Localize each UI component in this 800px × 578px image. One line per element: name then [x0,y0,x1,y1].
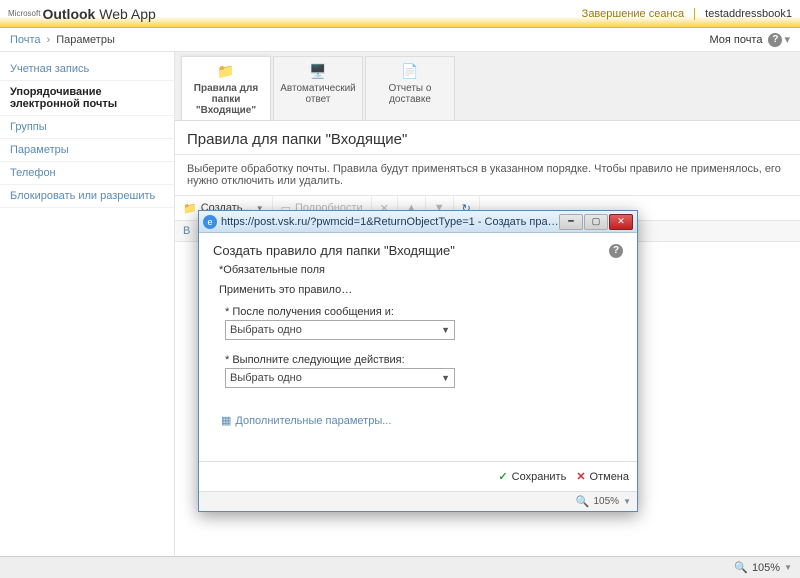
cancel-button[interactable]: ✕ Отмена [576,470,629,483]
breadcrumb-separator: › [47,34,51,46]
dialog-heading-text: Создать правило для папки "Входящие" [213,243,455,258]
new-rule-dialog: e https://post.vsk.ru/?pwmcid=1&ReturnOb… [198,210,638,512]
tab-inbox-rules[interactable]: 📁 Правила для папки "Входящие" [181,56,271,120]
maximize-button[interactable]: ▢ [584,214,608,230]
sidebar-item-groups[interactable]: Группы [0,116,174,139]
brand-word2: Web App [99,6,156,22]
breadcrumb-bar: Почта › Параметры Моя почта ? ▾ [0,28,800,52]
magnifier-icon: 🔍 [576,495,590,508]
sidebar-item-account[interactable]: Учетная запись [0,58,174,81]
minimize-button[interactable]: ━ [559,214,583,230]
dialog-actions: ✓ Сохранить ✕ Отмена [199,461,637,491]
action-label: * Выполните следующие действия: [225,354,623,366]
settings-sidebar: Учетная запись Упорядочивание электронно… [0,52,175,556]
help-icon[interactable]: ? [768,33,782,47]
dialog-zoom-value[interactable]: 105% [594,496,620,507]
tab-bar: 📁 Правила для папки "Входящие" 🖥️ Автома… [175,52,800,121]
monitor-icon: 🖥️ [309,63,326,80]
condition-select[interactable]: Выбрать одно ▼ [225,320,455,340]
breadcrumb-mail[interactable]: Почта [10,34,41,46]
tab-delivery-reports[interactable]: 📄 Отчеты о доставке [365,56,455,120]
sidebar-item-block-allow[interactable]: Блокировать или разрешить [0,185,174,208]
dialog-zoom-bar: 🔍 105% ▼ [199,491,637,511]
tab-auto-reply[interactable]: 🖥️ Автоматический ответ [273,56,363,120]
save-button[interactable]: ✓ Сохранить [498,470,566,483]
action-select[interactable]: Выбрать одно ▼ [225,368,455,388]
chevron-down-icon: ▼ [441,325,450,335]
panel-title: Правила для папки "Входящие" [175,121,800,155]
tab-label: Автоматический ответ [276,83,360,105]
sidebar-item-settings[interactable]: Параметры [0,139,174,162]
brand-prefix: Microsoft [8,9,40,18]
dialog-body: Создать правило для папки "Входящие" ? *… [199,233,637,461]
options-icon: ▦ [221,414,231,427]
panel-description: Выберите обработку почты. Правила будут … [175,155,800,195]
zoom-value[interactable]: 105% [752,562,780,574]
ie-favicon-icon: e [203,215,217,229]
save-label: Сохранить [512,471,567,483]
close-button[interactable]: ✕ [609,214,633,230]
app-header: Microsoft Outlook Web App Завершение сеа… [0,0,800,28]
chevron-down-icon: ▼ [441,373,450,383]
help-dropdown-icon[interactable]: ▾ [784,33,790,46]
cancel-label: Отмена [590,471,629,483]
my-mail-link[interactable]: Моя почта [709,34,762,46]
check-icon: ✓ [498,470,507,483]
new-folder-icon: 📁 [183,202,197,215]
zoom-dropdown-icon[interactable]: ▼ [784,563,792,572]
dialog-heading: Создать правило для папки "Входящие" ? [213,243,623,258]
sidebar-item-phone[interactable]: Телефон [0,162,174,185]
tab-label: Отчеты о доставке [368,83,452,105]
current-user[interactable]: testaddressbook1 [694,8,792,20]
folder-icon: 📁 [217,63,234,80]
required-fields-note: *Обязательные поля [219,264,623,276]
document-icon: 📄 [401,63,418,80]
apply-rule-label: Применить это правило… [219,284,623,296]
sign-out-link[interactable]: Завершение сеанса [582,8,684,20]
x-icon: ✕ [576,470,585,483]
breadcrumb-params: Параметры [56,34,115,46]
more-options-link[interactable]: ▦ Дополнительные параметры... [221,414,623,427]
more-options-label: Дополнительные параметры... [235,415,391,427]
brand-main: Outlook Web App [42,6,155,22]
browser-status-bar: 🔍 105% ▼ [0,556,800,578]
info-icon[interactable]: ? [609,244,623,258]
brand-word1: Outlook [42,6,95,22]
condition-value: Выбрать одно [230,324,302,336]
condition-label: * После получения сообщения и: [225,306,623,318]
dialog-titlebar[interactable]: e https://post.vsk.ru/?pwmcid=1&ReturnOb… [199,211,637,233]
action-value: Выбрать одно [230,372,302,384]
zoom-dropdown-icon[interactable]: ▼ [623,497,631,506]
tab-label: Правила для папки "Входящие" [184,83,268,116]
sidebar-item-organize-mail[interactable]: Упорядочивание электронной почты [0,81,174,116]
magnifier-icon: 🔍 [734,561,748,574]
dialog-window-title: https://post.vsk.ru/?pwmcid=1&ReturnObje… [221,216,559,228]
